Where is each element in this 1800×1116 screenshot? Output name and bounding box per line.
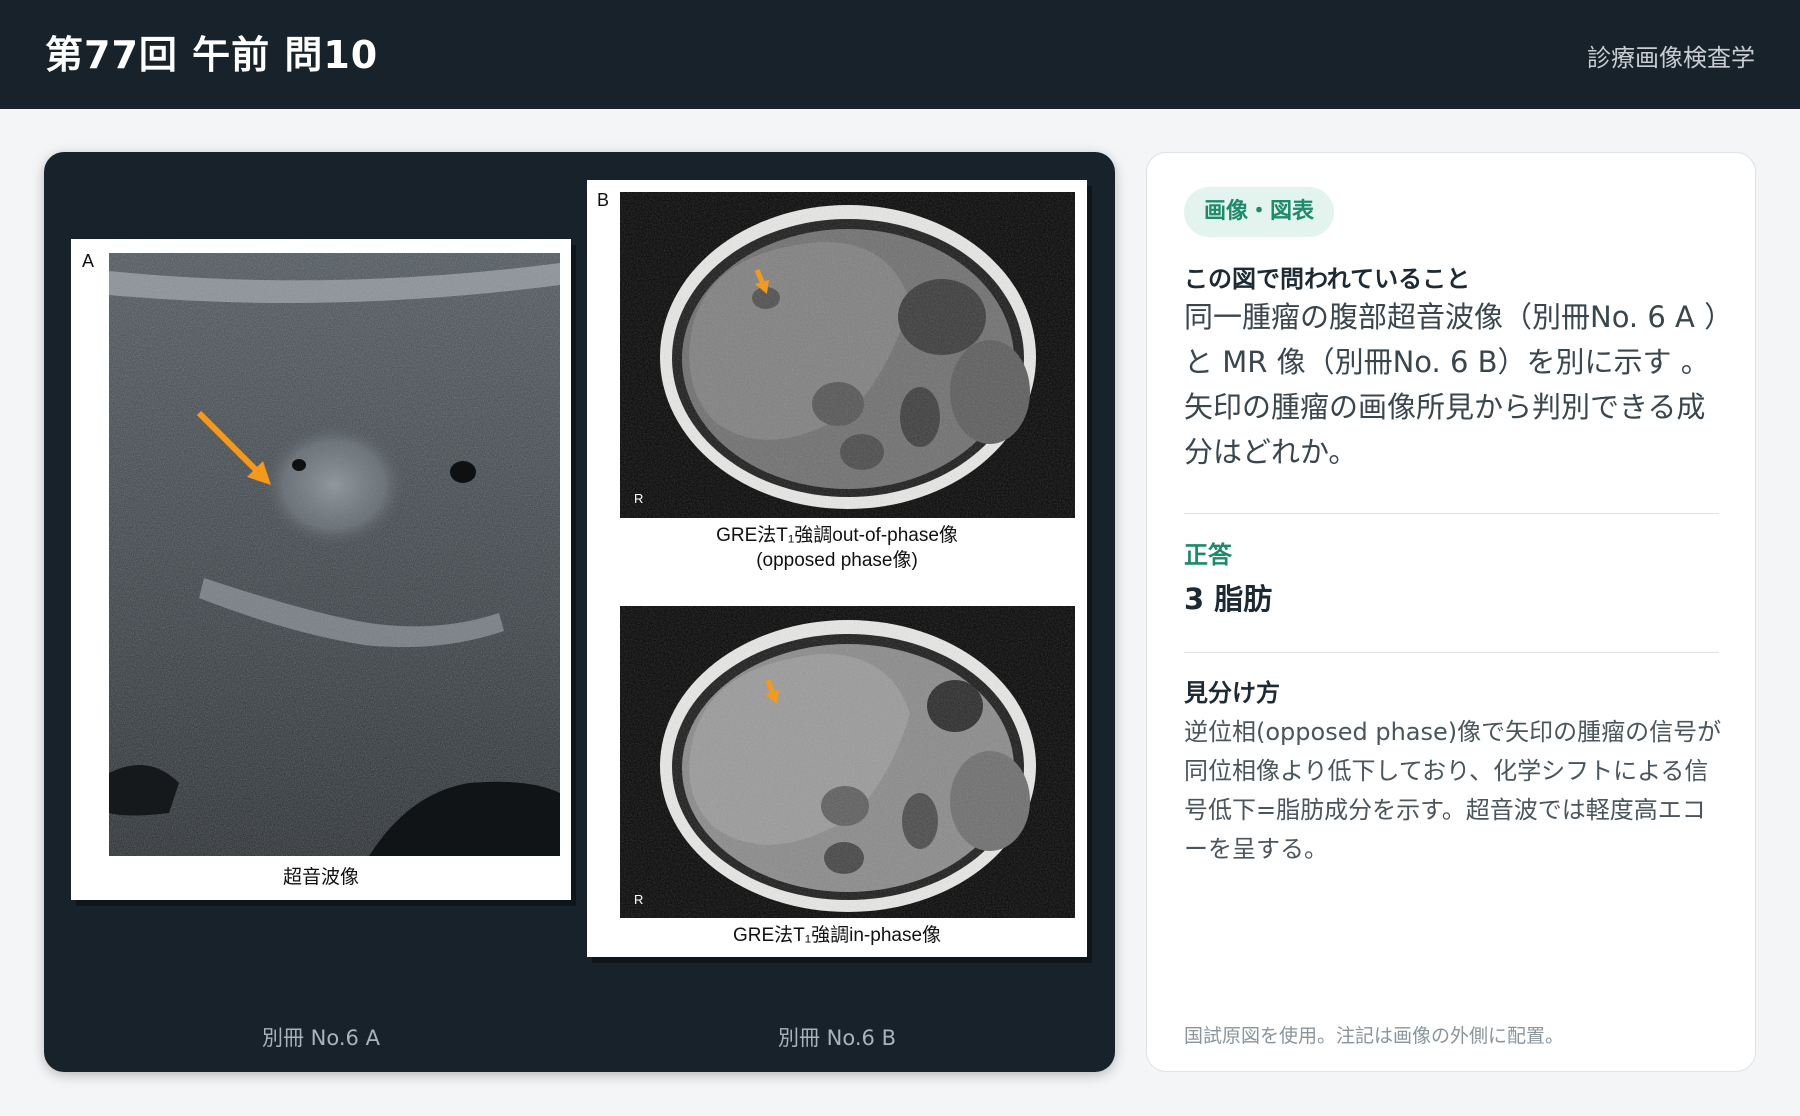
mr-in-phase-image: R — [620, 606, 1075, 918]
tips-heading: 見分け方 — [1184, 679, 1280, 707]
figure-label-b: 別冊 No.6 B — [778, 1026, 896, 1050]
question-heading: この図で問われていること — [1184, 265, 1471, 293]
card-a-caption: 超音波像 — [282, 867, 359, 888]
header-bar: 第77回 午前 問10 診療画像検査学 — [0, 0, 1800, 109]
tips-text: 逆位相(opposed phase)像で矢印の腫瘤の信号が同位相像より低下してお… — [1184, 718, 1722, 863]
figure-label-a: 別冊 No.6 A — [262, 1026, 380, 1050]
figure-panel: A 超音波像 B R GRE法T₁強調out-of-phase像 (oppose… — [44, 152, 1115, 1072]
mr-card: B R GRE法T₁強調out-of-phase像 (opposed phase… — [587, 180, 1087, 957]
answer-text: 3 脂肪 — [1184, 582, 1273, 616]
mr-top-caption-line2: (opposed phase像) — [756, 549, 918, 571]
r-marker-bottom: R — [634, 892, 643, 907]
ultrasound-image — [109, 253, 560, 856]
info-panel: 画像・図表 この図で問われていること 同一腫瘤の腹部超音波像（別冊No. 6 A… — [1146, 152, 1756, 1072]
page-title: 第77回 午前 問10 — [45, 33, 379, 77]
category-tag: 画像・図表 — [1184, 187, 1335, 237]
mr-out-of-phase-image: R — [620, 192, 1075, 518]
ultrasound-card: A 超音波像 — [71, 239, 571, 900]
mr-top-caption: GRE法T₁強調out-of-phase像 (opposed phase像) — [587, 524, 1087, 573]
mr-bottom-caption: GRE法T₁強調in-phase像 — [732, 925, 942, 946]
subject-label: 診療画像検査学 — [1587, 44, 1755, 72]
footnote: 国試原図を使用。注記は画像の外側に配置。 — [1184, 1025, 1565, 1047]
answer-heading: 正答 — [1184, 541, 1232, 569]
r-marker-top: R — [634, 491, 643, 506]
card-a-letter: A — [82, 251, 95, 271]
divider-1 — [1184, 513, 1719, 514]
question-text: 同一腫瘤の腹部超音波像（別冊No. 6 A ）と MR 像（別冊No. 6 B）… — [1184, 300, 1719, 469]
mr-top-caption-line1: GRE法T₁強調out-of-phase像 — [716, 525, 958, 546]
divider-2 — [1184, 652, 1719, 653]
card-b-letter: B — [597, 190, 610, 210]
